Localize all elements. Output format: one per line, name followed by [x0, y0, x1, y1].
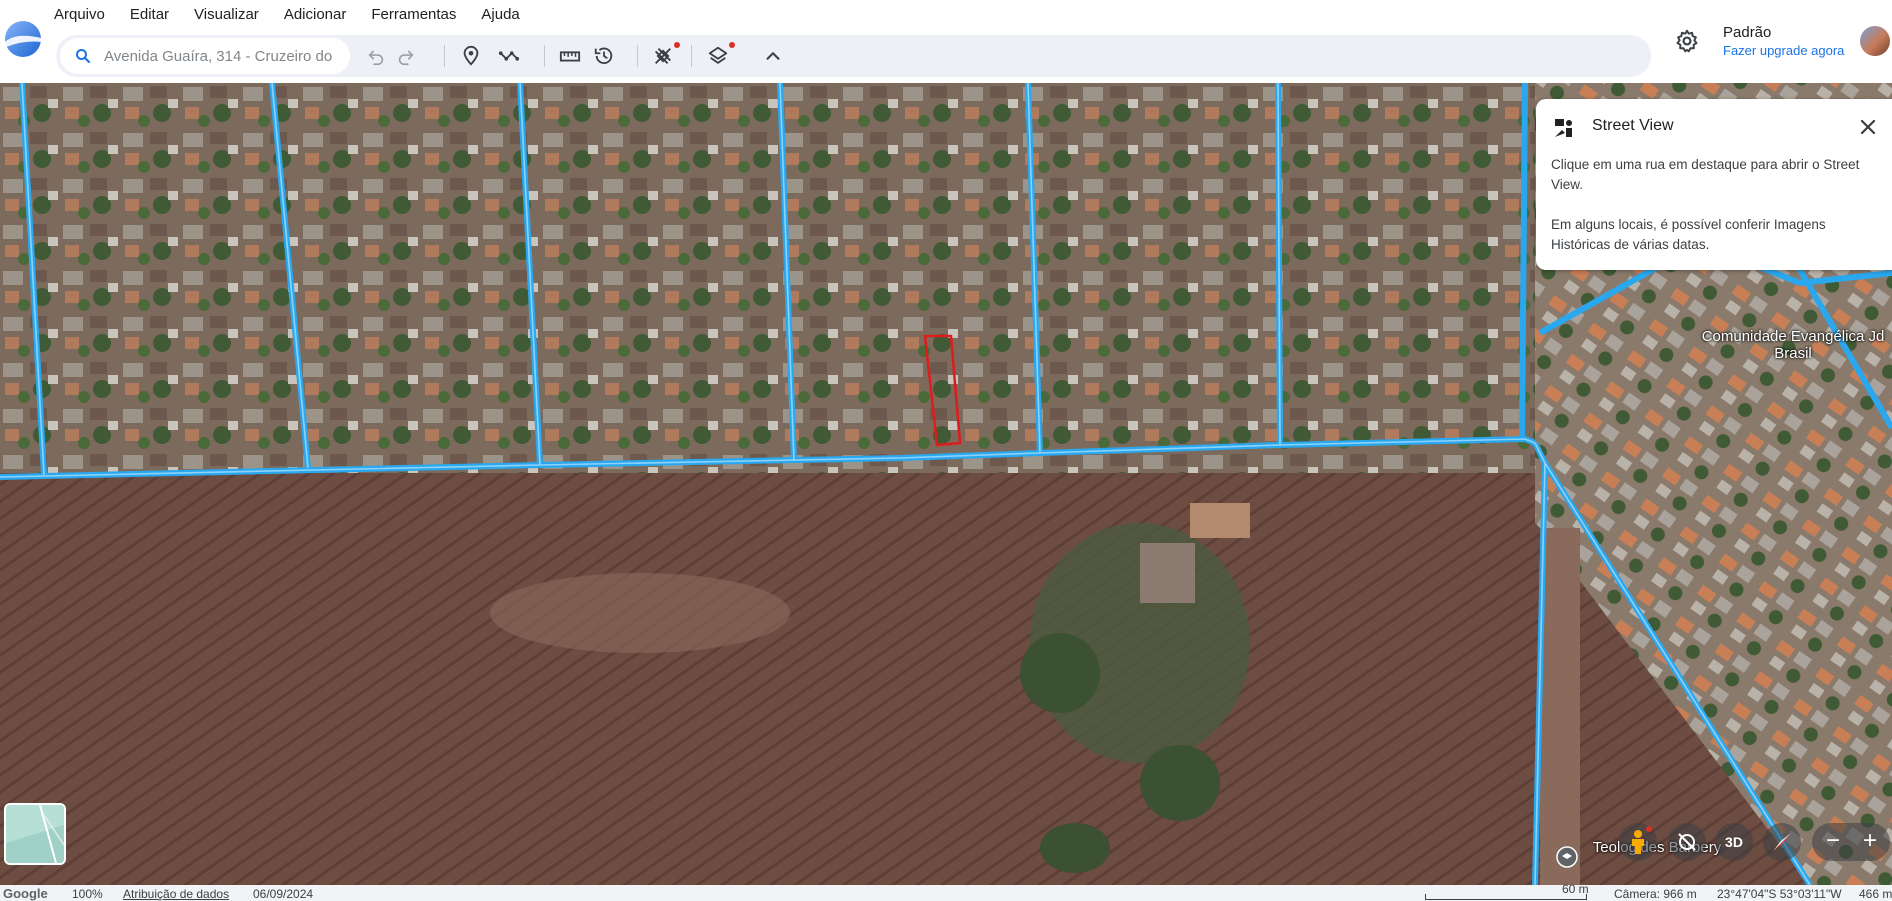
- tilt-button[interactable]: [1668, 823, 1706, 861]
- street-view-history-note: Em alguns locais, é possível conferir Im…: [1551, 217, 1826, 252]
- menu-visualizar[interactable]: Visualizar: [194, 6, 259, 23]
- path-icon: [498, 51, 520, 61]
- coordinates: 23°47'04"S 53°03'11"W: [1717, 887, 1842, 901]
- search-input[interactable]: [102, 46, 346, 66]
- menu-editar[interactable]: Editar: [130, 6, 169, 23]
- status-bar: Google 100% Atribuição de dados 06/09/20…: [0, 882, 1892, 901]
- street-view-instructions: Clique em uma rua em destaque para abrir…: [1551, 157, 1860, 192]
- street-view-title: Street View: [1592, 117, 1674, 134]
- redo-button[interactable]: [391, 41, 421, 71]
- gear-icon[interactable]: [1674, 28, 1700, 54]
- undo-button[interactable]: [361, 41, 391, 71]
- street-view-panel: Street View Clique em uma rua em destaqu…: [1536, 99, 1892, 270]
- toolbar-divider: [691, 45, 692, 67]
- google-earth-logo: [5, 21, 41, 57]
- elevation: 466 m: [1859, 887, 1892, 901]
- zoom-percent: 100%: [72, 887, 103, 901]
- menu-arquivo[interactable]: Arquivo: [54, 6, 105, 23]
- toolbar-divider: [544, 45, 545, 67]
- camera-altitude: Câmera: 966 m: [1614, 887, 1697, 901]
- compass-icon: [1773, 833, 1791, 851]
- data-attribution-link[interactable]: Atribuição de dados: [123, 887, 229, 901]
- zoom-in-button[interactable]: +: [1863, 827, 1877, 855]
- compass-button[interactable]: [1763, 823, 1801, 861]
- imagery-date: 06/09/2024: [253, 887, 314, 901]
- toolbar: [56, 35, 1651, 77]
- google-wordmark: Google: [3, 886, 48, 901]
- rotate-lock-icon: [1678, 833, 1696, 851]
- toolbar-divider: [444, 45, 445, 67]
- pegman-button[interactable]: [1619, 823, 1657, 861]
- undo-icon: [368, 50, 384, 66]
- notification-dot: [1646, 826, 1652, 832]
- top-bar: Arquivo Editar Visualizar Adicionar Ferr…: [0, 0, 1892, 83]
- redo-icon: [398, 50, 414, 66]
- data-layer-icon: [655, 48, 671, 64]
- notification-dot: [729, 42, 735, 48]
- toolbar-divider: [637, 45, 638, 67]
- layers-icon: [708, 46, 728, 64]
- zoom-out-button[interactable]: −: [1826, 827, 1840, 855]
- ruler-icon: [559, 51, 581, 62]
- profile-name: Padrão: [1723, 24, 1772, 41]
- historical-imagery-button[interactable]: [589, 41, 619, 71]
- chevron-up-icon: [766, 52, 780, 60]
- minimap[interactable]: [4, 803, 66, 865]
- school-icon[interactable]: [1556, 846, 1578, 868]
- scale-bar: [1425, 894, 1587, 900]
- minimap-graphic: [6, 805, 64, 863]
- avatar[interactable]: [1860, 26, 1890, 56]
- close-icon[interactable]: [1856, 115, 1880, 139]
- map-label-church[interactable]: Comunidade Evangélica Jd Brasil: [1698, 328, 1888, 362]
- add-path-button[interactable]: [494, 41, 524, 71]
- upgrade-link[interactable]: Fazer upgrade agora: [1723, 43, 1844, 58]
- add-placemark-button[interactable]: [456, 41, 486, 71]
- history-icon: [594, 47, 613, 65]
- search-box: [60, 38, 350, 74]
- menu-bar: Arquivo Editar Visualizar Adicionar Ferr…: [54, 0, 545, 28]
- notification-dot: [674, 42, 680, 48]
- placemark-icon: [463, 45, 479, 66]
- toggle-3d-button[interactable]: 3D: [1715, 823, 1753, 861]
- search-icon[interactable]: [74, 47, 92, 65]
- menu-ajuda[interactable]: Ajuda: [481, 6, 519, 23]
- pegman-icon: [1632, 830, 1644, 854]
- measure-button[interactable]: [555, 41, 585, 71]
- menu-adicionar[interactable]: Adicionar: [284, 6, 347, 23]
- zoom-control: − +: [1812, 823, 1890, 861]
- menu-ferramentas[interactable]: Ferramentas: [371, 6, 456, 23]
- street-view-icon: [1555, 119, 1572, 137]
- collapse-toolbar-button[interactable]: [758, 41, 788, 71]
